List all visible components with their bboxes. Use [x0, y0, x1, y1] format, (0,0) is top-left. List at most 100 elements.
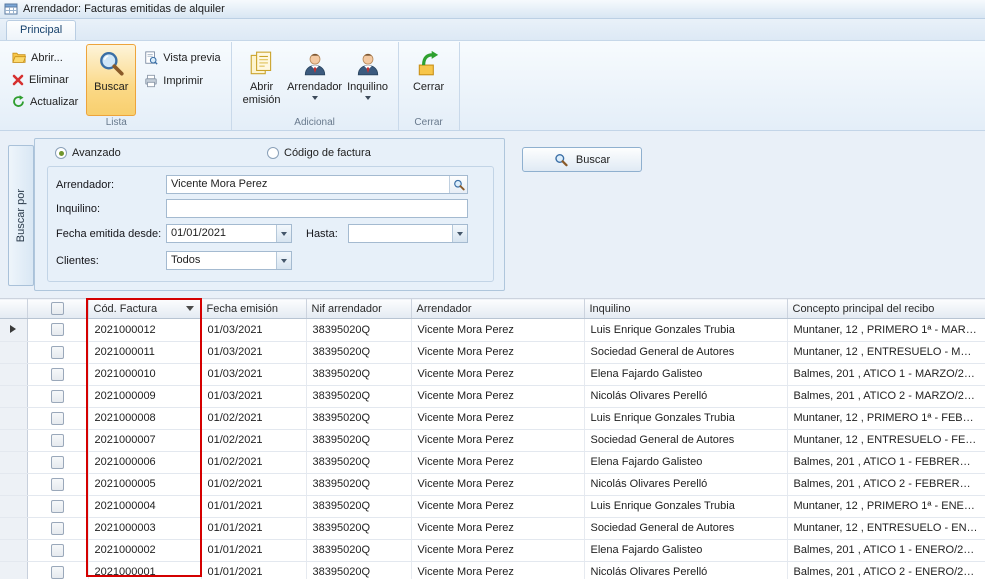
grid-cell-arrendador[interactable]: Vicente Mora Perez — [411, 540, 584, 562]
table-row[interactable]: 202100001001/03/202138395020QVicente Mor… — [0, 364, 985, 386]
grid-cell-fecha-emision[interactable]: 01/01/2021 — [201, 562, 306, 579]
grid-cell-nif-arrendador[interactable]: 38395020Q — [306, 474, 411, 496]
lookup-search-icon[interactable] — [449, 176, 467, 193]
row-checkbox[interactable] — [51, 500, 64, 513]
row-checkbox[interactable] — [51, 522, 64, 535]
grid-cell-cod-factura[interactable]: 2021000005 — [88, 474, 201, 496]
row-checkbox[interactable] — [51, 434, 64, 447]
column-header-inquilino[interactable]: Inquilino — [584, 299, 787, 319]
actualizar-button[interactable]: Actualizar — [7, 93, 83, 110]
chevron-down-icon[interactable] — [276, 252, 291, 269]
abrir-button[interactable]: Abrir... — [7, 49, 83, 67]
grid-cell-fecha-emision[interactable]: 01/02/2021 — [201, 408, 306, 430]
grid-cell-concepto[interactable]: Balmes, 201 , ATICO 1 - MARZO/2021 — [787, 364, 985, 386]
row-checkbox[interactable] — [51, 478, 64, 491]
grid-cell-arrendador[interactable]: Vicente Mora Perez — [411, 386, 584, 408]
table-row[interactable]: 202100000501/02/202138395020QVicente Mor… — [0, 474, 985, 496]
grid-cell-arrendador[interactable]: Vicente Mora Perez — [411, 474, 584, 496]
grid-cell-nif-arrendador[interactable]: 38395020Q — [306, 452, 411, 474]
grid-cell-nif-arrendador[interactable]: 38395020Q — [306, 364, 411, 386]
grid-cell-concepto[interactable]: Balmes, 201 , ATICO 1 - ENERO/2021 — [787, 540, 985, 562]
buscar-button[interactable]: Buscar — [522, 147, 642, 172]
arrendador-input[interactable]: Vicente Mora Perez — [166, 175, 468, 194]
inquilino-menu-button[interactable]: Inquilino — [343, 44, 393, 116]
grid-cell-inquilino[interactable]: Luis Enrique Gonzales Trubia — [584, 408, 787, 430]
radio-avanzado[interactable]: Avanzado — [55, 147, 121, 159]
grid-cell-cod-factura[interactable]: 2021000008 — [88, 408, 201, 430]
table-row[interactable]: 202100000701/02/202138395020QVicente Mor… — [0, 430, 985, 452]
grid-cell-fecha-emision[interactable]: 01/02/2021 — [201, 452, 306, 474]
grid-cell-cod-factura[interactable]: 2021000010 — [88, 364, 201, 386]
row-checkbox[interactable] — [51, 456, 64, 469]
chevron-down-icon[interactable] — [452, 225, 467, 242]
grid-cell-concepto[interactable]: Muntaner, 12 , ENTRESUELO - ENER... — [787, 518, 985, 540]
grid-cell-fecha-emision[interactable]: 01/01/2021 — [201, 540, 306, 562]
buscar-ribbon-button[interactable]: Buscar — [86, 44, 136, 116]
row-checkbox[interactable] — [51, 412, 64, 425]
grid-cell-arrendador[interactable]: Vicente Mora Perez — [411, 518, 584, 540]
grid-cell-arrendador[interactable]: Vicente Mora Perez — [411, 562, 584, 579]
row-checkbox[interactable] — [51, 390, 64, 403]
row-checkbox[interactable] — [51, 544, 64, 557]
grid-cell-nif-arrendador[interactable]: 38395020Q — [306, 540, 411, 562]
table-row[interactable]: 202100000101/01/202138395020QVicente Mor… — [0, 562, 985, 579]
grid-cell-concepto[interactable]: Muntaner, 12 , PRIMERO 1ª - FEBRE... — [787, 408, 985, 430]
column-header-arrendador[interactable]: Arrendador — [411, 299, 584, 319]
grid-cell-inquilino[interactable]: Nicolás Olivares Perelló — [584, 386, 787, 408]
grid-cell-nif-arrendador[interactable]: 38395020Q — [306, 562, 411, 579]
select-all-checkbox[interactable] — [51, 302, 64, 315]
grid-cell-fecha-emision[interactable]: 01/03/2021 — [201, 319, 306, 342]
grid-cell-cod-factura[interactable]: 2021000012 — [88, 319, 201, 342]
grid-cell-fecha-emision[interactable]: 01/02/2021 — [201, 474, 306, 496]
table-row[interactable]: 202100000201/01/202138395020QVicente Mor… — [0, 540, 985, 562]
grid-cell-arrendador[interactable]: Vicente Mora Perez — [411, 496, 584, 518]
table-row[interactable]: 202100000901/03/202138395020QVicente Mor… — [0, 386, 985, 408]
grid-cell-fecha-emision[interactable]: 01/03/2021 — [201, 342, 306, 364]
grid-cell-arrendador[interactable]: Vicente Mora Perez — [411, 452, 584, 474]
grid-cell-cod-factura[interactable]: 2021000007 — [88, 430, 201, 452]
abrir-emision-button[interactable]: Abrir emisión — [237, 44, 287, 116]
grid-cell-cod-factura[interactable]: 2021000006 — [88, 452, 201, 474]
grid-cell-cod-factura[interactable]: 2021000004 — [88, 496, 201, 518]
clientes-combo[interactable]: Todos — [166, 251, 292, 270]
grid-cell-inquilino[interactable]: Sociedad General de Autores — [584, 342, 787, 364]
column-header-concepto[interactable]: Concepto principal del recibo — [787, 299, 985, 319]
grid-cell-inquilino[interactable]: Elena Fajardo Galisteo — [584, 364, 787, 386]
grid-cell-inquilino[interactable]: Sociedad General de Autores — [584, 430, 787, 452]
imprimir-button[interactable]: Imprimir — [139, 72, 225, 90]
grid-cell-cod-factura[interactable]: 2021000003 — [88, 518, 201, 540]
grid-cell-inquilino[interactable]: Luis Enrique Gonzales Trubia — [584, 496, 787, 518]
grid-cell-inquilino[interactable]: Sociedad General de Autores — [584, 518, 787, 540]
grid-cell-fecha-emision[interactable]: 01/01/2021 — [201, 496, 306, 518]
grid-cell-concepto[interactable]: Muntaner, 12 , PRIMERO 1ª - ENERO... — [787, 496, 985, 518]
grid-cell-fecha-emision[interactable]: 01/03/2021 — [201, 364, 306, 386]
grid-cell-cod-factura[interactable]: 2021000009 — [88, 386, 201, 408]
grid-cell-concepto[interactable]: Balmes, 201 , ATICO 2 - ENERO/2021 — [787, 562, 985, 579]
grid-cell-cod-factura[interactable]: 2021000002 — [88, 540, 201, 562]
grid-cell-fecha-emision[interactable]: 01/03/2021 — [201, 386, 306, 408]
table-row[interactable]: 202100000801/02/202138395020QVicente Mor… — [0, 408, 985, 430]
chevron-down-icon[interactable] — [276, 225, 291, 242]
grid-cell-concepto[interactable]: Balmes, 201 , ATICO 1 - FEBRERO/20... — [787, 452, 985, 474]
grid-cell-cod-factura[interactable]: 2021000011 — [88, 342, 201, 364]
table-row[interactable]: 202100000601/02/202138395020QVicente Mor… — [0, 452, 985, 474]
cerrar-button[interactable]: Cerrar — [404, 44, 454, 116]
grid-cell-concepto[interactable]: Balmes, 201 , ATICO 2 - MARZO/2021 — [787, 386, 985, 408]
grid-cell-inquilino[interactable]: Nicolás Olivares Perelló — [584, 474, 787, 496]
grid-cell-inquilino[interactable]: Elena Fajardo Galisteo — [584, 540, 787, 562]
radio-codigo-factura[interactable]: Código de factura — [267, 147, 371, 159]
grid-cell-arrendador[interactable]: Vicente Mora Perez — [411, 408, 584, 430]
grid-cell-nif-arrendador[interactable]: 38395020Q — [306, 518, 411, 540]
column-header-fecha-emision[interactable]: Fecha emisión — [201, 299, 306, 319]
grid-cell-nif-arrendador[interactable]: 38395020Q — [306, 386, 411, 408]
row-checkbox[interactable] — [51, 346, 64, 359]
vista-previa-button[interactable]: Vista previa — [139, 49, 225, 67]
grid-cell-arrendador[interactable]: Vicente Mora Perez — [411, 364, 584, 386]
grid-cell-fecha-emision[interactable]: 01/02/2021 — [201, 430, 306, 452]
row-checkbox[interactable] — [51, 566, 64, 579]
eliminar-button[interactable]: Eliminar — [7, 72, 83, 88]
fecha-desde-combo[interactable]: 01/01/2021 — [166, 224, 292, 243]
grid-cell-nif-arrendador[interactable]: 38395020Q — [306, 342, 411, 364]
row-checkbox[interactable] — [51, 323, 64, 336]
grid-cell-nif-arrendador[interactable]: 38395020Q — [306, 496, 411, 518]
